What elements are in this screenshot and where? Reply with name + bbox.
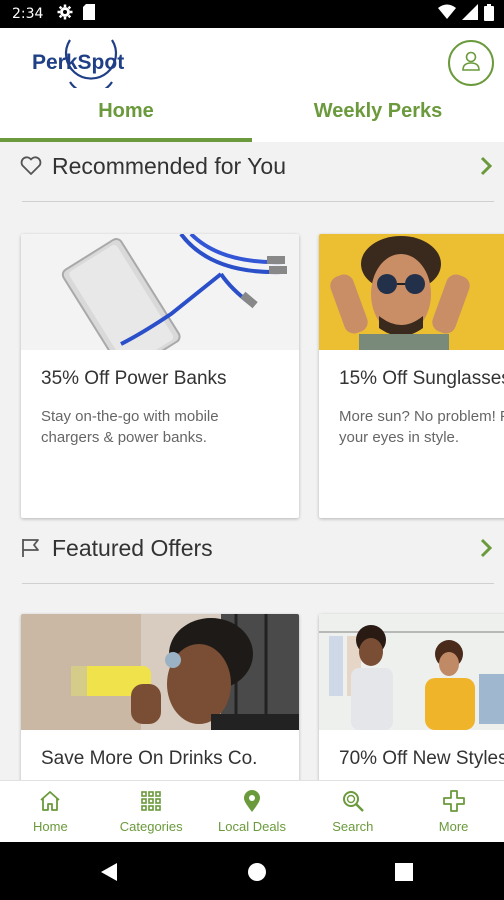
logo-text: PerkSpot (32, 51, 124, 74)
offer-card-new-styles[interactable]: 70% Off New Styles (319, 614, 504, 780)
section-divider (22, 583, 494, 584)
nav-label: Home (33, 819, 68, 834)
card-title: 35% Off Power Banks (41, 368, 227, 389)
heart-icon (20, 156, 42, 181)
chevron-right-icon[interactable] (480, 538, 493, 563)
sd-card-icon (83, 4, 96, 24)
main-content[interactable]: Recommended for You 35% Off Power Banks … (0, 142, 504, 780)
nav-categories[interactable]: Categories (101, 781, 202, 843)
home-circle-icon[interactable] (247, 862, 267, 887)
section-title-recommended: Recommended for You (52, 153, 286, 179)
plus-icon (403, 789, 504, 813)
flag-icon (20, 538, 42, 563)
section-header-featured[interactable]: Featured Offers (0, 528, 504, 568)
drinks-image (21, 614, 299, 730)
search-icon (302, 789, 403, 813)
app-header: PerkSpot Home Weekly Perks (0, 28, 504, 142)
map-pin-icon (202, 789, 303, 813)
chevron-right-icon[interactable] (480, 156, 493, 181)
offer-card-drinks[interactable]: Save More On Drinks Co. (21, 614, 299, 780)
bottom-nav: Home Categories Local Deals Search More (0, 780, 504, 842)
nav-label: Search (332, 819, 374, 834)
status-time: 2:34 (12, 6, 44, 22)
status-bar: 2:34 (0, 0, 504, 28)
nav-local-deals[interactable]: Local Deals (202, 781, 303, 843)
section-title-featured: Featured Offers (52, 535, 213, 561)
home-icon (0, 789, 101, 813)
profile-button[interactable] (448, 40, 494, 86)
power-bank-image (21, 234, 299, 350)
battery-icon (484, 3, 494, 25)
signal-icon (462, 4, 478, 24)
card-title: Save More On Drinks Co. (41, 748, 258, 769)
nav-label: Categories (119, 819, 183, 834)
nav-label: Local Deals (218, 819, 286, 834)
system-navigation-bar (0, 842, 504, 900)
section-header-recommended[interactable]: Recommended for You (0, 146, 504, 186)
section-divider (22, 201, 494, 202)
nav-home[interactable]: Home (0, 781, 101, 843)
card-description: More sun? No problem! Protect your eyes … (339, 408, 504, 446)
offer-card-power-banks[interactable]: 35% Off Power Banks Stay on-the-go with … (21, 234, 299, 518)
offer-card-sunglasses[interactable]: 15% Off Sunglasses More sun? No problem!… (319, 234, 504, 518)
perkspot-logo[interactable]: PerkSpot (30, 34, 132, 95)
clothing-store-image (319, 614, 504, 730)
tab-home[interactable]: Home (0, 92, 252, 142)
settings-gear-icon (57, 4, 73, 24)
tab-weekly-perks[interactable]: Weekly Perks (252, 92, 504, 142)
grid-icon (101, 789, 202, 813)
user-icon (460, 50, 482, 77)
card-title: 70% Off New Styles (339, 748, 504, 769)
nav-label: More (438, 819, 469, 834)
sunglasses-image (319, 234, 504, 350)
card-description: Stay on-the-go with mobile chargers & po… (41, 408, 219, 446)
recents-icon[interactable] (395, 863, 413, 886)
wifi-icon (438, 4, 456, 24)
back-icon[interactable] (100, 862, 118, 887)
nav-search[interactable]: Search (302, 781, 403, 843)
card-title: 15% Off Sunglasses (339, 368, 504, 389)
tab-bar: Home Weekly Perks (0, 92, 504, 142)
nav-more[interactable]: More (403, 781, 504, 843)
